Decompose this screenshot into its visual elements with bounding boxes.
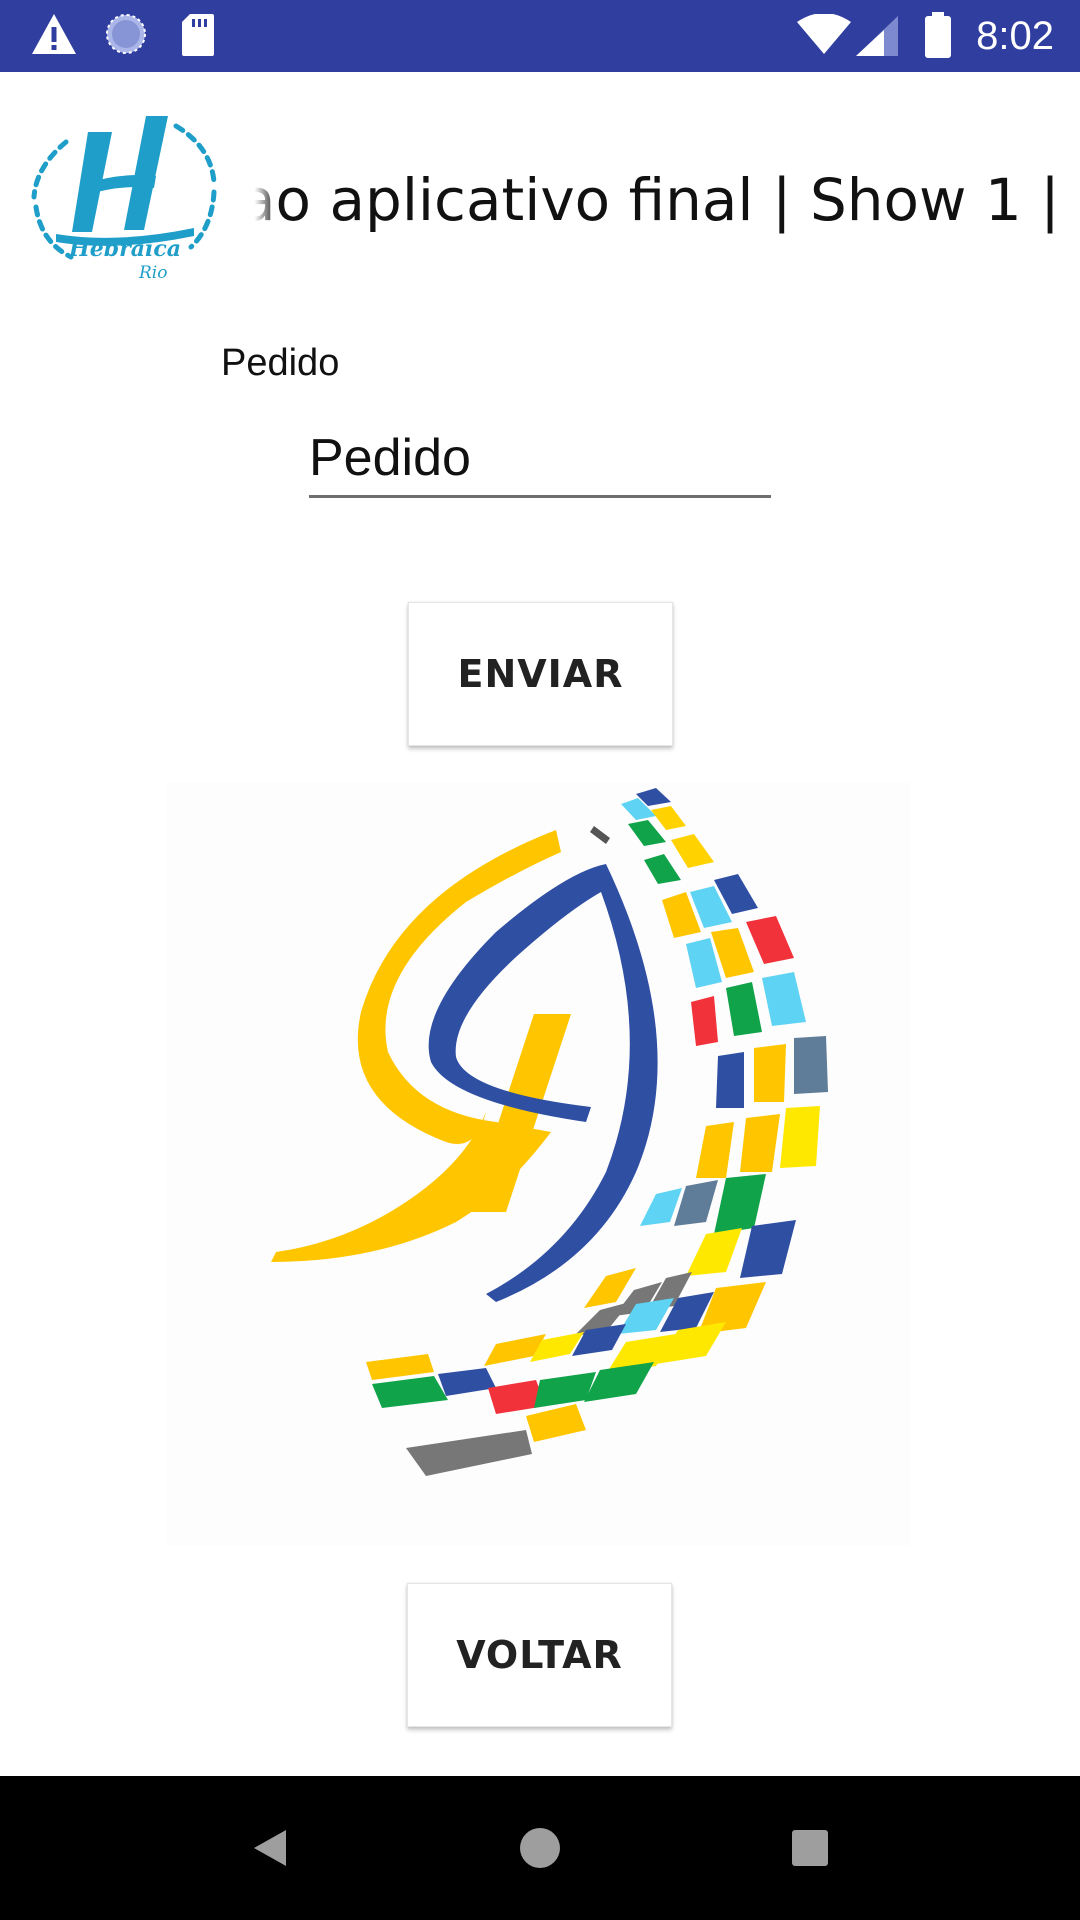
pedido-input[interactable] [309,420,771,498]
sd-card-icon [180,12,216,63]
svg-text:Hebraica: Hebraica [68,236,181,262]
hebraica-logo: Hebraica Rio [26,112,222,283]
home-icon[interactable] [498,1806,582,1890]
marquee-fade [252,160,278,240]
event-emblem [166,782,910,1546]
back-icon[interactable] [228,1806,312,1890]
sync-icon [104,12,148,61]
status-time: 8:02 [976,14,1054,58]
battery-icon [924,12,952,63]
marquee-text: ao aplicativo final | Show 1 | Show 2 [252,166,1080,234]
marquee-title: ao aplicativo final | Show 1 | Show 2 [252,160,1080,240]
pedido-label: Pedido [221,342,340,384]
back-button[interactable]: VOLTAR [407,1583,672,1727]
svg-text:Rio: Rio [138,263,167,282]
status-bar: 8:02 [0,0,1080,72]
alert-icon [30,12,78,61]
cell-signal-icon [856,16,900,61]
send-button[interactable]: ENVIAR [408,602,673,746]
wifi-icon [796,13,852,61]
navigation-bar [0,1776,1080,1920]
recents-icon[interactable] [768,1806,852,1890]
